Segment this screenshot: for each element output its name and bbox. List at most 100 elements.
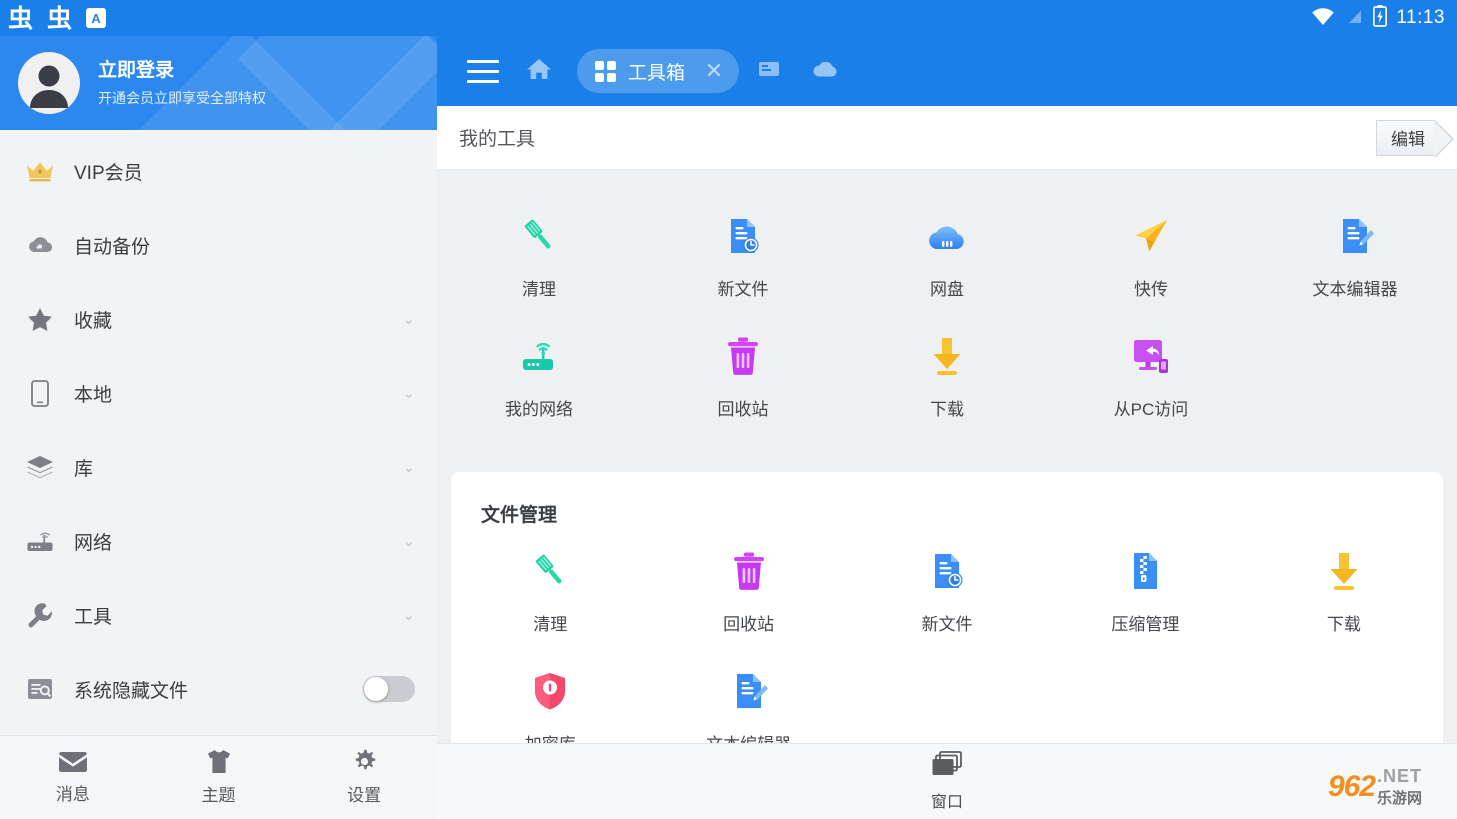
chevron-down-icon[interactable]: ⌄ — [402, 312, 415, 327]
sidebar-item-vip[interactable]: VIP会员 — [0, 134, 437, 208]
fm-tile-clean[interactable]: 清理 — [451, 531, 649, 651]
tool-tile-netdisk[interactable]: 网盘 — [845, 196, 1049, 316]
wrench-icon — [22, 602, 58, 628]
window-button[interactable]: 窗口 — [931, 751, 963, 812]
tool-tile-fast-transfer[interactable]: 快传 — [1049, 196, 1253, 316]
edit-button[interactable]: 编辑 — [1376, 120, 1435, 156]
brush-icon — [517, 214, 561, 258]
sidebar-item-favorites[interactable]: 收藏 ⌄ — [0, 282, 437, 356]
page-title: 我的工具 — [459, 124, 535, 151]
download-icon — [925, 334, 969, 378]
main-panel: 工具箱 ✕ — [437, 36, 1457, 819]
fm-tile-zip-manager[interactable]: 压缩管理 — [1046, 531, 1244, 651]
tool-tile-text-editor[interactable]: 文本编辑器 — [1253, 196, 1457, 316]
text-editor-icon — [727, 669, 771, 713]
sidebar-item-local[interactable]: 本地 ⌄ — [0, 356, 437, 430]
watermark-net: .NET — [1377, 766, 1422, 787]
status-bar: 虫 虫 A 11:13 — [0, 0, 1457, 36]
sidebar-item-library[interactable]: 库 ⌄ — [0, 430, 437, 504]
sidebar-item-tools[interactable]: 工具 ⌄ — [0, 578, 437, 652]
status-bar-right: 11:13 — [1311, 5, 1445, 32]
bottom-bar: 窗口 962 .NET 乐游网 — [437, 743, 1457, 819]
trash-icon — [727, 549, 771, 593]
close-icon[interactable]: ✕ — [697, 54, 731, 88]
content-scroll-area[interactable]: 清理 — [437, 170, 1457, 743]
sidebar-item-auto-backup[interactable]: 自动备份 — [0, 208, 437, 282]
tool-tile-download[interactable]: 下载 — [845, 316, 1049, 436]
chevron-down-icon[interactable]: ⌄ — [402, 534, 415, 549]
file-management-row-1: 清理 — [451, 531, 1443, 651]
sidebar-item-label: 网络 — [74, 528, 402, 555]
fm-tile-recycle-bin[interactable]: 回收站 — [649, 531, 847, 651]
tool-tile-new-file[interactable]: 新文件 — [641, 196, 845, 316]
tool-label: 快传 — [1134, 275, 1168, 300]
paper-plane-icon — [1129, 214, 1173, 258]
hidden-files-icon — [22, 678, 58, 700]
site-watermark: 962 .NET 乐游网 — [1301, 761, 1449, 813]
file-management-card: 文件管理 — [451, 472, 1443, 743]
tool-tile-my-network[interactable]: 我的网络 — [437, 316, 641, 436]
sidebar-tab-messages[interactable]: 消息 — [0, 751, 146, 805]
tool-label: 压缩管理 — [1111, 610, 1179, 635]
bookmark-button[interactable] — [743, 45, 795, 97]
sidebar-tab-themes[interactable]: 主题 — [146, 749, 292, 806]
phone-icon — [22, 380, 58, 407]
home-button[interactable] — [513, 45, 565, 97]
sidebar-tab-label: 消息 — [56, 780, 90, 805]
download-icon — [1322, 549, 1366, 593]
tool-label: 回收站 — [723, 610, 774, 635]
app-glyph-1: 虫 — [8, 6, 33, 31]
card-title: 文件管理 — [451, 494, 1443, 531]
fm-tile-download[interactable]: 下载 — [1245, 531, 1443, 651]
fm-tile-encrypted-vault[interactable]: 加密库 — [451, 651, 649, 743]
chevron-down-icon[interactable]: ⌄ — [402, 460, 415, 475]
tool-tile-pc-access[interactable]: 从PC访问 — [1049, 316, 1253, 436]
sidebar-item-label: 本地 — [74, 380, 402, 407]
person-icon — [18, 52, 80, 114]
layers-icon — [22, 455, 58, 479]
fm-tile-text-editor[interactable]: 文本编辑器 — [649, 651, 847, 743]
sidebar-item-label: 系统隐藏文件 — [74, 676, 363, 703]
tool-tile-clean[interactable]: 清理 — [437, 196, 641, 316]
menu-button[interactable] — [457, 45, 509, 97]
sidebar-item-label: 收藏 — [74, 306, 402, 333]
cloud-button[interactable] — [799, 45, 851, 97]
avatar[interactable] — [18, 52, 80, 114]
hidden-files-toggle[interactable] — [363, 676, 415, 702]
tool-tile-recycle-bin[interactable]: 回收站 — [641, 316, 845, 436]
tool-label: 下载 — [930, 395, 964, 420]
sidebar-item-hidden-files[interactable]: 系统隐藏文件 — [0, 652, 437, 726]
watermark-962: 962 — [1328, 772, 1375, 802]
tool-label: 文本编辑器 — [1313, 275, 1398, 300]
sidebar-tab-settings[interactable]: 设置 — [291, 749, 437, 806]
sidebar-nav-list: VIP会员 自动备份 — [0, 130, 437, 735]
app-glyph-2: 虫 — [47, 6, 72, 31]
wifi-icon — [1311, 6, 1335, 31]
cloud-sync-icon — [22, 234, 58, 256]
sidebar-tab-label: 设置 — [347, 781, 381, 806]
chevron-down-icon[interactable]: ⌄ — [402, 608, 415, 623]
bookmark-icon — [757, 58, 781, 85]
windows-stack-icon — [931, 751, 963, 782]
mail-icon — [58, 751, 88, 773]
my-tools-panel: 清理 — [437, 170, 1457, 458]
router-icon — [22, 529, 58, 553]
battery-charging-icon — [1373, 5, 1387, 32]
tool-label: 新文件 — [922, 610, 973, 635]
tool-label: 清理 — [522, 275, 556, 300]
window-label: 窗口 — [931, 788, 963, 812]
sidebar: 立即登录 开通会员立即享受全部特权 VIP会员 — [0, 36, 437, 819]
profile-header[interactable]: 立即登录 开通会员立即享受全部特权 — [0, 36, 437, 130]
shield-lock-icon — [528, 669, 572, 713]
cloud-icon — [812, 59, 838, 84]
fm-tile-empty-3 — [1245, 651, 1443, 743]
tab-toolbox[interactable]: 工具箱 ✕ — [577, 49, 739, 93]
login-title: 立即登录 — [98, 59, 266, 84]
cloud-disk-icon — [925, 214, 969, 258]
chevron-down-icon[interactable]: ⌄ — [402, 386, 415, 401]
signal-off-icon — [1344, 6, 1364, 31]
crown-icon — [22, 159, 58, 183]
sidebar-item-network[interactable]: 网络 ⌄ — [0, 504, 437, 578]
fm-tile-new-file[interactable]: 新文件 — [848, 531, 1046, 651]
tool-label: 网盘 — [930, 275, 964, 300]
